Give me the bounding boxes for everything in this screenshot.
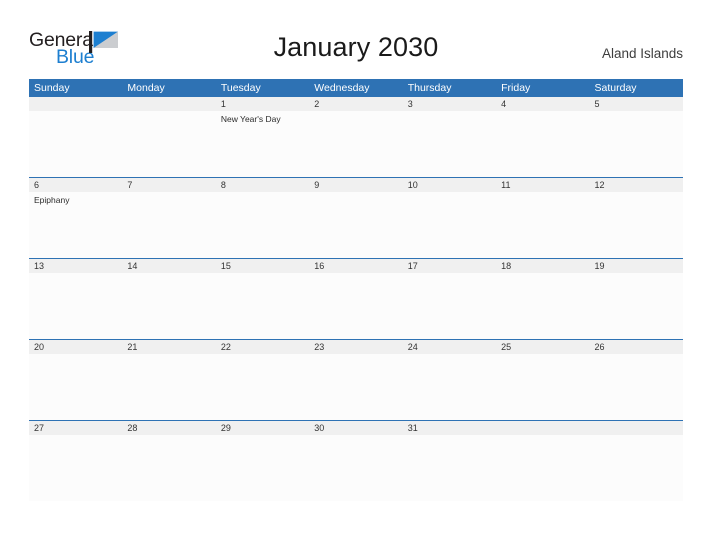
day-cell-empty [403, 435, 496, 501]
calendar-week-row: 13 14 15 16 17 18 19 [29, 258, 683, 339]
date-number-band: 6 7 8 9 10 11 12 [29, 178, 683, 192]
day-cell-empty [122, 354, 215, 420]
day-number[interactable]: 28 [122, 421, 215, 435]
day-cell-empty [309, 435, 402, 501]
day-cell-empty [496, 192, 589, 258]
day-number[interactable]: 30 [309, 421, 402, 435]
day-cell-empty [590, 111, 683, 177]
day-cell-empty [29, 354, 122, 420]
day-number-empty [122, 97, 215, 111]
day-cell-empty [216, 435, 309, 501]
day-number[interactable]: 20 [29, 340, 122, 354]
day-cell-empty [29, 273, 122, 339]
date-number-band: 27 28 29 30 31 [29, 421, 683, 435]
calendar-weeks: 1 2 3 4 5 New Year's Day 6 7 8 9 10 11 12 Epiphany 13 1… [29, 97, 683, 501]
day-number[interactable]: 10 [403, 178, 496, 192]
day-cell-empty [309, 354, 402, 420]
date-number-band: 20 21 22 23 24 25 26 [29, 340, 683, 354]
event-band: New Year's Day [29, 111, 683, 177]
day-number[interactable]: 26 [590, 340, 683, 354]
day-number[interactable]: 7 [122, 178, 215, 192]
day-number[interactable]: 14 [122, 259, 215, 273]
day-number[interactable]: 12 [590, 178, 683, 192]
event-band: Epiphany [29, 192, 683, 258]
date-number-band: 12345 [29, 97, 683, 111]
day-number[interactable]: 25 [496, 340, 589, 354]
day-number[interactable]: 22 [216, 340, 309, 354]
day-number[interactable]: 8 [216, 178, 309, 192]
day-cell-empty [29, 111, 122, 177]
calendar-week-row: 20 21 22 23 24 25 26 [29, 339, 683, 420]
weekday-header-monday: Monday [127, 82, 165, 94]
weekday-header-saturday: Saturday [594, 82, 637, 94]
day-cell-empty [309, 273, 402, 339]
day-number[interactable]: 1 [216, 97, 309, 111]
weekday-header-friday: Friday [501, 82, 531, 94]
day-number[interactable]: 2 [309, 97, 402, 111]
day-cell-empty [496, 273, 589, 339]
day-cell-empty [496, 354, 589, 420]
date-number-band: 13 14 15 16 17 18 19 [29, 259, 683, 273]
day-cell-empty [403, 354, 496, 420]
day-number[interactable]: 29 [216, 421, 309, 435]
weekday-header-row: Sunday Monday Tuesday Wednesday Thursday Frid… [29, 79, 683, 97]
weekday-header-wednesday: Wednesday [314, 82, 370, 94]
day-cell-empty [496, 111, 589, 177]
day-number[interactable]: 19 [590, 259, 683, 273]
day-number[interactable]: 21 [122, 340, 215, 354]
day-number[interactable]: 5 [590, 97, 683, 111]
day-cell-empty [122, 192, 215, 258]
day-cell-empty [216, 354, 309, 420]
day-number[interactable]: 17 [403, 259, 496, 273]
day-cell-empty [216, 192, 309, 258]
day-cell-empty [590, 192, 683, 258]
day-cell-empty [122, 111, 215, 177]
page-header: General Blue January 2030 Aland Islands [0, 0, 712, 67]
day-number[interactable]: 31 [403, 421, 496, 435]
calendar-week-row: 1 2 3 4 5 New Year's Day [29, 97, 683, 177]
day-number[interactable]: 23 [309, 340, 402, 354]
day-cell-empty [590, 273, 683, 339]
day-cell-empty [216, 273, 309, 339]
region-label: Aland Islands [601, 46, 683, 61]
day-number[interactable]: 11 [496, 178, 589, 192]
day-number[interactable]: 15 [216, 259, 309, 273]
day-cell-empty [309, 111, 402, 177]
day-cell-empty [309, 192, 402, 258]
day-number[interactable]: 24 [403, 340, 496, 354]
day-cell-empty [590, 354, 683, 420]
day-number[interactable]: 18 [496, 259, 589, 273]
day-cell-empty [403, 273, 496, 339]
day-cell-empty [590, 435, 683, 501]
day-cell-empty [403, 192, 496, 258]
day-number[interactable]: 13 [29, 259, 122, 273]
day-number[interactable]: 27 [29, 421, 122, 435]
holiday-event-label[interactable]: New Year's Day [216, 111, 309, 177]
event-band [29, 354, 683, 420]
day-number[interactable]: 4 [496, 97, 589, 111]
day-cell-empty [122, 435, 215, 501]
calendar-week-row: 27 28 29 30 31 [29, 420, 683, 501]
weekday-header-thursday: Thursday [407, 82, 452, 94]
event-band [29, 435, 683, 501]
holiday-event-label[interactable]: Epiphany [29, 192, 122, 258]
weekday-header-sunday: Sunday [34, 82, 70, 94]
day-number[interactable]: 6 [29, 178, 122, 192]
day-number[interactable]: 16 [309, 259, 402, 273]
weekday-header-tuesday: Tuesday [220, 82, 261, 94]
day-number[interactable]: 9 [309, 178, 402, 192]
calendar-week-row: 6 7 8 9 10 11 12 Epiphany [29, 177, 683, 258]
day-number-empty [496, 421, 589, 435]
day-number-empty [590, 421, 683, 435]
day-cell-empty [122, 273, 215, 339]
day-number[interactable]: 3 [403, 97, 496, 111]
day-number-empty [29, 97, 122, 111]
day-cell-empty [403, 111, 496, 177]
calendar-table: Sunday Monday Tuesday Wednesday Thursday Frid… [29, 79, 683, 501]
event-band [29, 273, 683, 339]
day-cell-empty [29, 435, 122, 501]
day-cell-empty [496, 435, 589, 501]
